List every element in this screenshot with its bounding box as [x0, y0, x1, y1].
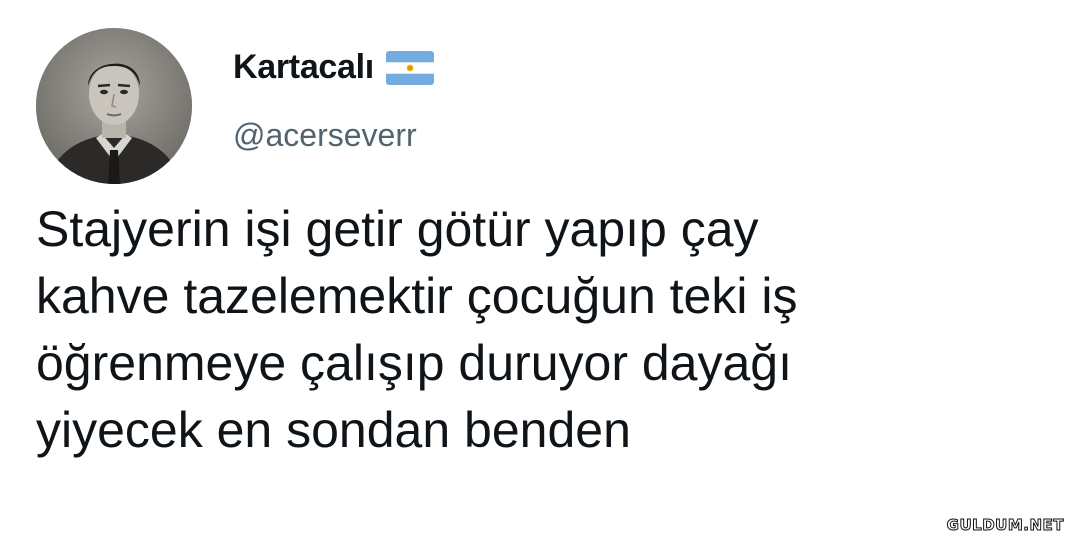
argentina-flag-icon — [385, 50, 434, 85]
watermark: GULDUM.NET — [946, 516, 1064, 535]
avatar[interactable] — [36, 28, 192, 184]
tweet-text-line: yiyecek en sondan benden — [36, 402, 631, 458]
tweet-text-line: öğrenmeye çalışıp duruyor dayağı — [36, 335, 792, 391]
tweet-text: Stajyerin işi getir götür yapıp çay kahv… — [36, 196, 1036, 464]
tweet-text-line: Stajyerin işi getir götür yapıp çay — [36, 201, 759, 257]
tweet-text-line: kahve tazelemektir çocuğun teki iş — [36, 268, 798, 324]
user-handle[interactable]: @acerseverr — [233, 117, 417, 154]
vintage-portrait-avatar-icon — [36, 28, 192, 184]
display-name-text[interactable]: Kartacalı — [233, 48, 374, 87]
display-name[interactable]: Kartacalı — [233, 48, 434, 87]
